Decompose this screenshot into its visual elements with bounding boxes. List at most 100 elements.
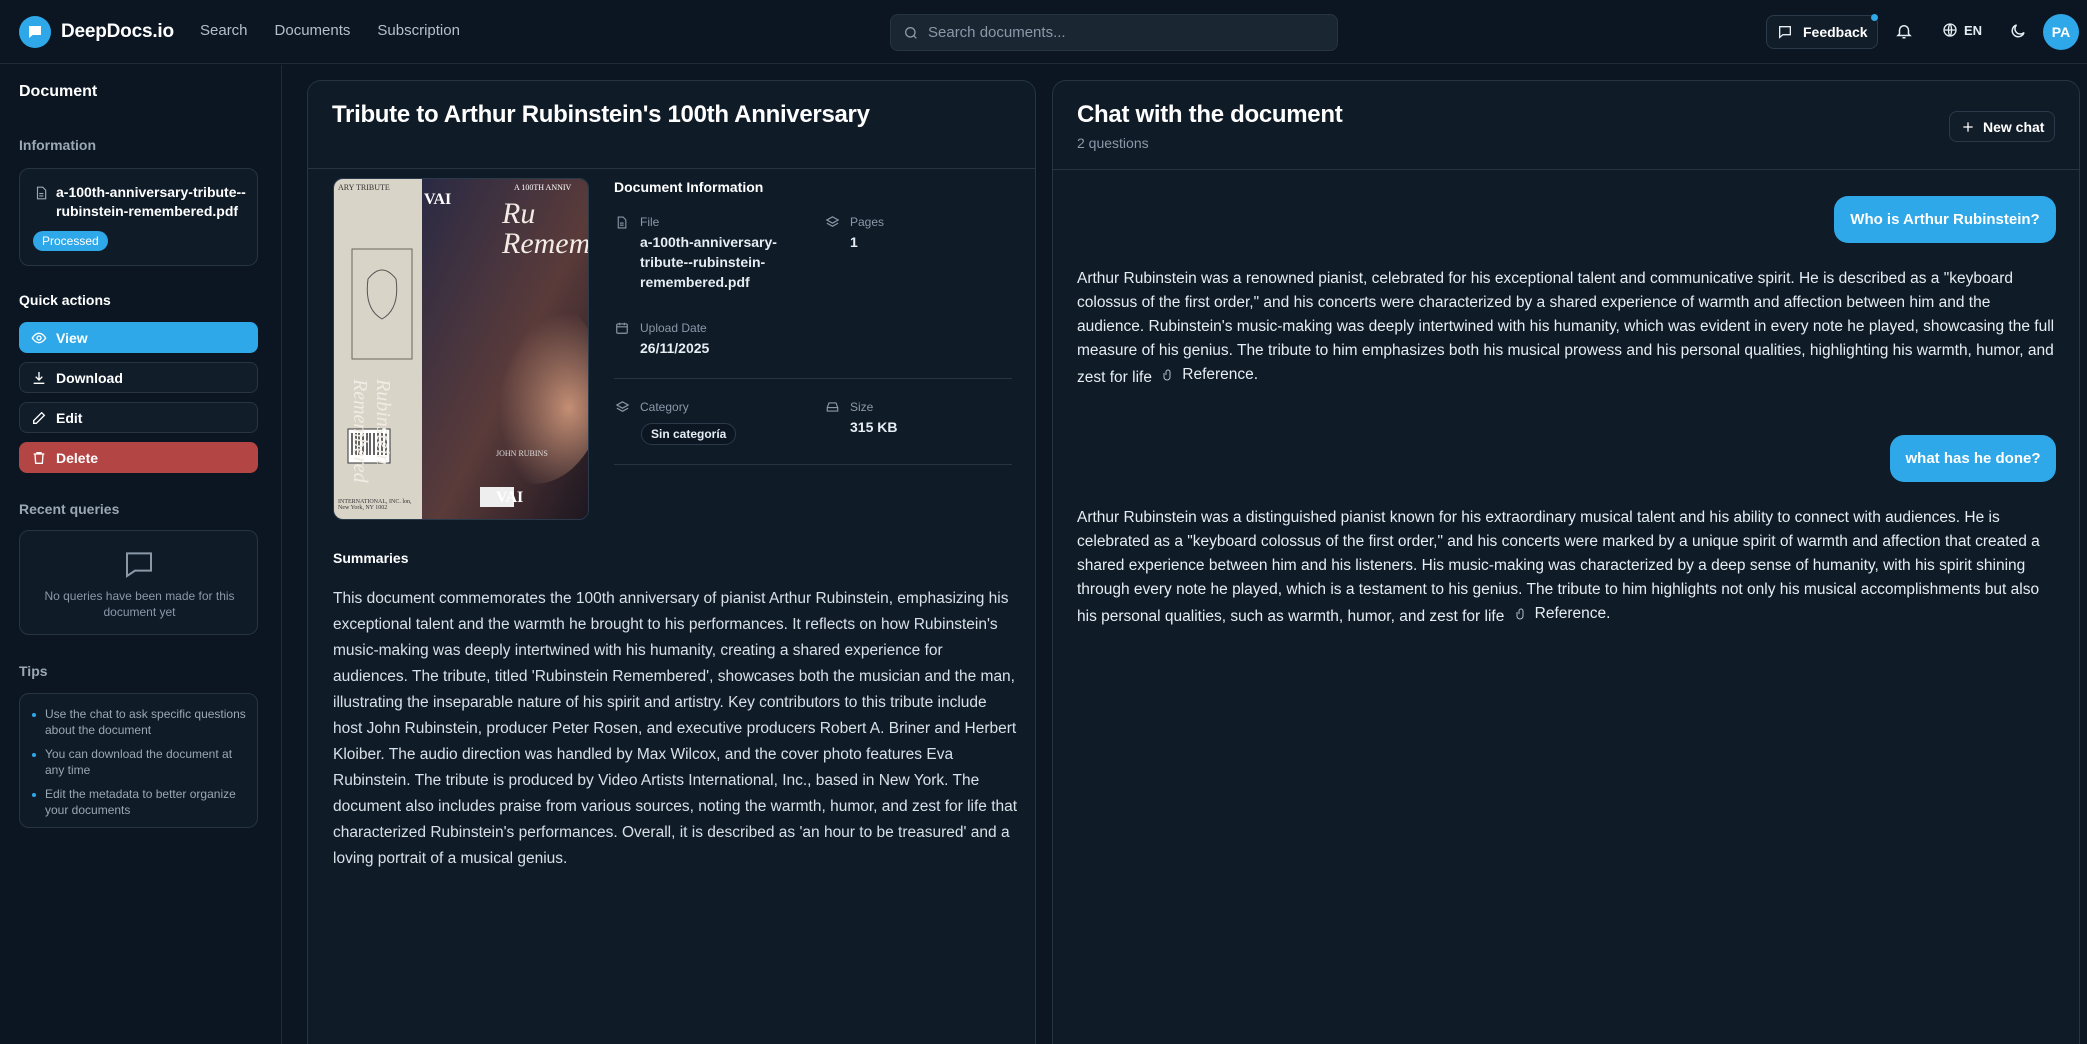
tip-item: Use the chat to ask specific questions a… [45,707,246,737]
size-label: Size [850,400,874,414]
nav-subscription[interactable]: Subscription [377,22,460,39]
file-icon [34,185,48,201]
pages-value: 1 [850,234,858,250]
nav-search[interactable]: Search [200,22,248,39]
sidebar-title: Document [19,83,98,100]
new-chat-label: New chat [1983,118,2045,135]
cover-vai-logo-bottom: VAI [496,489,524,506]
moon-icon[interactable] [2009,22,2027,40]
delete-label: Delete [56,449,99,466]
app-logo[interactable]: DeepDocs.io [19,16,174,48]
edit-icon [31,410,47,426]
view-label: View [56,329,88,346]
recent-queries-label: Recent queries [19,501,120,517]
user-message: what has he done? [1890,435,2056,482]
reference-label: Reference. [1534,605,1611,622]
language-switcher[interactable]: EN [1942,22,1982,38]
cover-top-left-text: ARY TRIBUTE [338,183,390,192]
user-avatar[interactable]: PA [2043,14,2079,50]
upload-date-label: Upload Date [640,321,707,335]
paperclip-icon [1515,607,1527,621]
recent-queries-card: No queries have been made for this docum… [19,530,258,635]
calendar-icon [615,321,629,335]
delete-button[interactable]: Delete [19,442,258,473]
layers-icon [615,400,630,415]
eye-icon [31,330,47,346]
tips-card: Use the chat to ask specific questions a… [19,693,258,828]
divider [614,464,1012,465]
trash-icon [31,450,47,466]
view-button[interactable]: View [19,322,258,353]
globe-icon [1942,22,1958,38]
tip-item: Edit the metadata to better organize you… [45,787,236,817]
cover-vai-logo: VAI [424,191,452,208]
category-chip: Sin categoría [641,423,737,445]
download-icon [31,370,47,386]
divider [614,378,1012,379]
assistant-message: Arthur Rubinstein was a distinguished pi… [1077,506,2057,629]
file-value: a-100th-anniversary-tribute--rubinstein-… [640,234,777,290]
document-sidebar: Document Information a-100th-anniversary… [0,65,282,1044]
feedback-button[interactable]: Feedback [1766,14,1878,49]
notification-dot [1871,14,1878,21]
reference-link[interactable]: Reference. [1162,363,1258,387]
tips-label: Tips [19,663,48,679]
recent-queries-empty: No queries have been made for this docum… [44,589,235,619]
storage-icon [825,400,840,414]
edit-label: Edit [56,409,83,426]
search-input[interactable] [928,24,1328,41]
reference-link[interactable]: Reference. [1515,602,1611,626]
cover-credit-text: JOHN RUBINS [496,449,548,458]
global-search [890,14,1338,51]
file-icon [615,215,628,230]
feedback-icon [1777,24,1793,40]
language-label: EN [1964,22,1983,38]
chat-bubble-icon [122,548,156,580]
new-chat-button[interactable]: New chat [1949,111,2055,142]
file-info-card: a-100th-anniversary-tribute--rubinstein-… [19,168,258,266]
edit-button[interactable]: Edit [19,402,258,433]
paperclip-icon [1162,368,1174,382]
question-count: 2 questions [1077,135,1149,151]
chat-title: Chat with the document [1077,101,1343,128]
size-value: 315 KB [850,419,898,435]
information-label: Information [19,137,96,153]
bullet-icon [32,793,36,797]
bullet-icon [32,713,36,717]
chat-panel: Chat with the document 2 questions New c… [1052,80,2080,1044]
pages-label: Pages [850,215,885,229]
category-label: Category [640,400,689,414]
logo-chat-icon [19,16,51,48]
summaries-heading: Summaries [333,550,409,566]
main-nav: Search Documents Subscription [200,22,460,39]
document-cover-image[interactable]: ARY TRIBUTE VAI A 100TH ANNIV Ru Remem R… [333,178,589,520]
document-information-heading: Document Information [614,179,764,195]
app-name: DeepDocs.io [61,21,174,42]
cover-bottom-left-text: INTERNATIONAL, INC. lon, New York, NY 10… [338,499,412,511]
plus-icon [1961,120,1975,134]
divider [1053,169,2079,170]
bullet-icon [32,753,36,757]
feedback-label: Feedback [1803,24,1868,40]
status-badge: Processed [33,231,108,251]
nav-documents[interactable]: Documents [275,22,351,39]
user-message: Who is Arthur Rubinstein? [1834,196,2056,243]
quick-actions-label: Quick actions [19,292,111,308]
tip-item: You can download the document at any tim… [45,747,233,777]
assistant-message: Arthur Rubinstein was a renowned pianist… [1077,267,2057,390]
layers-icon [825,215,840,230]
cover-top-right-text: A 100TH ANNIV [514,183,572,192]
cover-title-text: Ru Remem [502,197,589,260]
summary-text: This document commemorates the 100th ann… [333,590,1018,867]
file-label: File [640,215,660,229]
bell-icon[interactable] [1895,22,1913,40]
reference-label: Reference. [1182,366,1259,383]
download-button[interactable]: Download [19,362,258,393]
download-label: Download [56,369,123,386]
document-title: Tribute to Arthur Rubinstein's 100th Ann… [332,101,870,128]
search-icon [903,25,919,41]
document-panel: Tribute to Arthur Rubinstein's 100th Ann… [307,80,1036,1044]
divider [308,168,1035,169]
upload-date-value: 26/11/2025 [640,340,710,356]
top-navigation-bar: DeepDocs.io Search Documents Subscriptio… [0,0,2087,64]
